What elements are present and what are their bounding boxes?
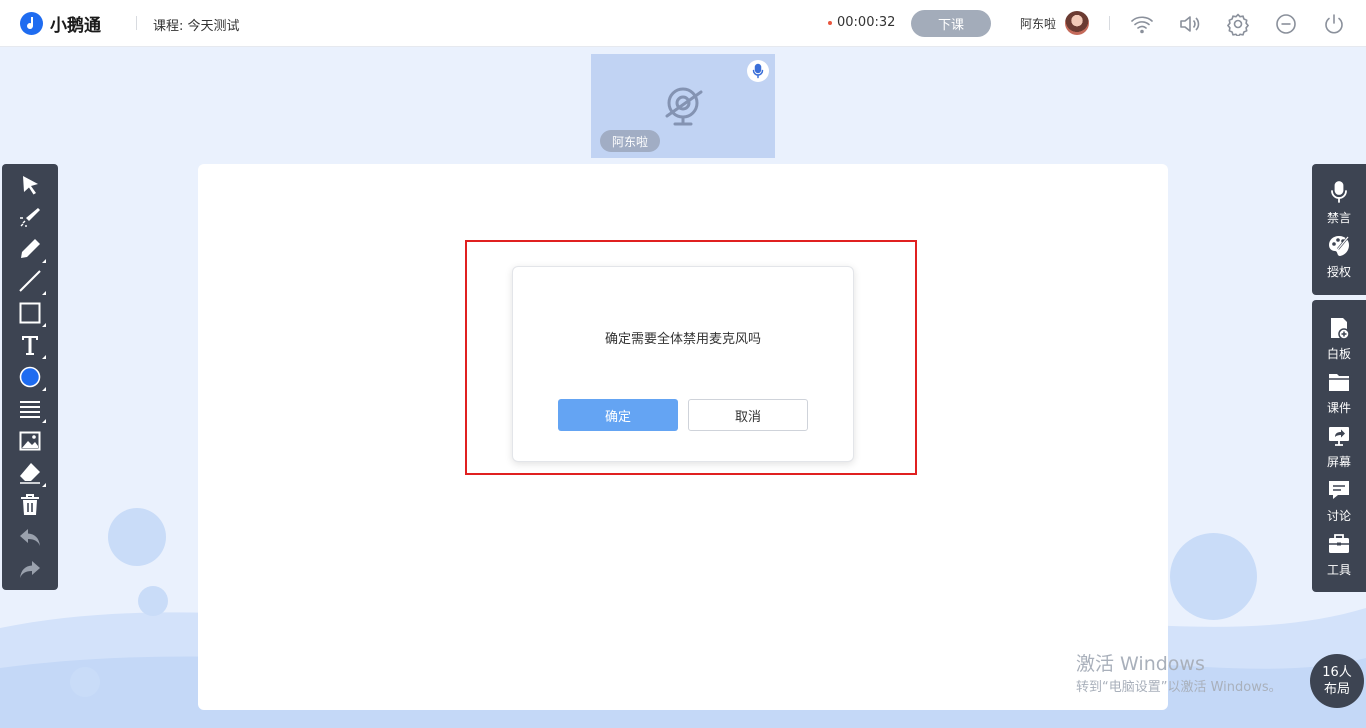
cancel-button[interactable]: 取消 [688, 399, 808, 431]
avatar[interactable] [1065, 11, 1089, 35]
text-tool[interactable] [17, 332, 46, 359]
dialog-message: 确定需要全体禁用麦克风吗 [604, 332, 761, 347]
confirm-mute-all-dialog: 确定需要全体禁用麦克风吗 确定 取消 [512, 266, 854, 462]
whiteboard-button[interactable]: 白板 [1312, 314, 1366, 366]
background-bubble [108, 508, 166, 566]
folder-icon [1329, 374, 1349, 391]
rectangle-icon [19, 302, 41, 324]
image-icon [19, 431, 41, 451]
trash-icon [21, 494, 39, 515]
layout-label: 布局 [1323, 682, 1350, 697]
undo-icon [20, 529, 40, 546]
user-name: 阿东啦 [1020, 17, 1057, 31]
courseware-label: 课件 [1326, 401, 1351, 415]
select-tool[interactable] [17, 172, 43, 198]
text-icon [22, 336, 38, 355]
right-panel-features: 白板 课件 屏幕 讨论 工具 [1312, 300, 1366, 592]
background-bubble [138, 586, 168, 616]
screen-share-icon [1329, 427, 1349, 446]
stroke-width-tool[interactable] [17, 396, 46, 423]
redo-icon [20, 561, 40, 578]
palette-icon [1329, 236, 1349, 256]
whiteboard-icon [1331, 318, 1350, 340]
discussion-button[interactable]: 讨论 [1312, 476, 1366, 528]
authorize-label: 授权 [1326, 265, 1351, 279]
line-weight-icon [20, 401, 40, 418]
color-picker[interactable] [17, 364, 46, 391]
microphone-icon[interactable] [747, 60, 769, 82]
laser-pointer-tool[interactable] [17, 204, 43, 230]
image-tool[interactable] [17, 428, 43, 454]
layout-button[interactable]: 16人 布局 [1310, 654, 1364, 708]
power-icon[interactable] [1322, 12, 1346, 36]
tools-button[interactable]: 工具 [1312, 530, 1366, 582]
rectangle-tool[interactable] [17, 300, 46, 327]
background-bubble [1170, 533, 1257, 620]
top-bar: 小鹅通 课程: 今天测试 00:00:32 下课 阿东啦 [0, 0, 1366, 47]
line-tool[interactable] [17, 268, 46, 295]
minimize-icon[interactable] [1274, 12, 1298, 36]
courseware-button[interactable]: 课件 [1312, 368, 1366, 420]
windows-watermark-title: 激活 Windows [1076, 653, 1205, 675]
participant-name: 阿东啦 [600, 130, 661, 152]
background-bubble [70, 667, 100, 697]
class-timer: 00:00:32 [837, 15, 896, 30]
microphone-icon [1331, 181, 1347, 203]
authorize-button[interactable]: 授权 [1312, 232, 1366, 284]
mute-all-label: 禁言 [1326, 211, 1351, 225]
line-icon [19, 270, 41, 292]
app-name: 小鹅通 [50, 16, 101, 36]
tools-label: 工具 [1326, 563, 1351, 577]
cursor-icon [23, 176, 38, 195]
gear-icon[interactable] [1226, 12, 1250, 36]
redo-tool[interactable] [17, 556, 43, 582]
confirm-button[interactable]: 确定 [558, 399, 678, 431]
color-dot-icon [19, 366, 41, 388]
mute-all-button[interactable]: 禁言 [1312, 178, 1366, 230]
screen-share-label: 屏幕 [1326, 455, 1351, 469]
divider [1109, 16, 1110, 30]
drawing-toolbar [2, 164, 58, 590]
chat-icon [1329, 481, 1349, 499]
app-logo: 小鹅通 [20, 11, 101, 36]
toolbox-icon [1329, 534, 1349, 553]
discussion-label: 讨论 [1326, 509, 1351, 523]
course-title: 课程: 今天测试 [153, 19, 240, 34]
whiteboard-label: 白板 [1326, 347, 1351, 361]
goose-logo-icon [20, 12, 43, 35]
wifi-icon[interactable] [1130, 12, 1154, 36]
speaker-icon[interactable] [1178, 12, 1202, 36]
pencil-icon [21, 239, 40, 258]
eraser-tool[interactable] [17, 460, 46, 487]
teacher-video-tile[interactable]: 阿东啦 [591, 54, 775, 158]
layout-count: 16人 [1322, 665, 1352, 680]
camera-off-icon [665, 87, 703, 126]
right-panel-controls: 禁言 授权 [1312, 164, 1366, 295]
recording-dot-icon [828, 21, 832, 25]
divider [136, 16, 137, 30]
undo-tool[interactable] [17, 524, 43, 550]
eraser-icon [20, 463, 40, 484]
end-class-button[interactable]: 下课 [911, 10, 991, 37]
pen-tool[interactable] [17, 236, 46, 263]
windows-watermark-subtitle: 转到“电脑设置”以激活 Windows。 [1076, 680, 1282, 695]
laser-pen-icon [20, 208, 40, 227]
clear-tool[interactable] [17, 492, 43, 518]
screen-share-button[interactable]: 屏幕 [1312, 422, 1366, 474]
